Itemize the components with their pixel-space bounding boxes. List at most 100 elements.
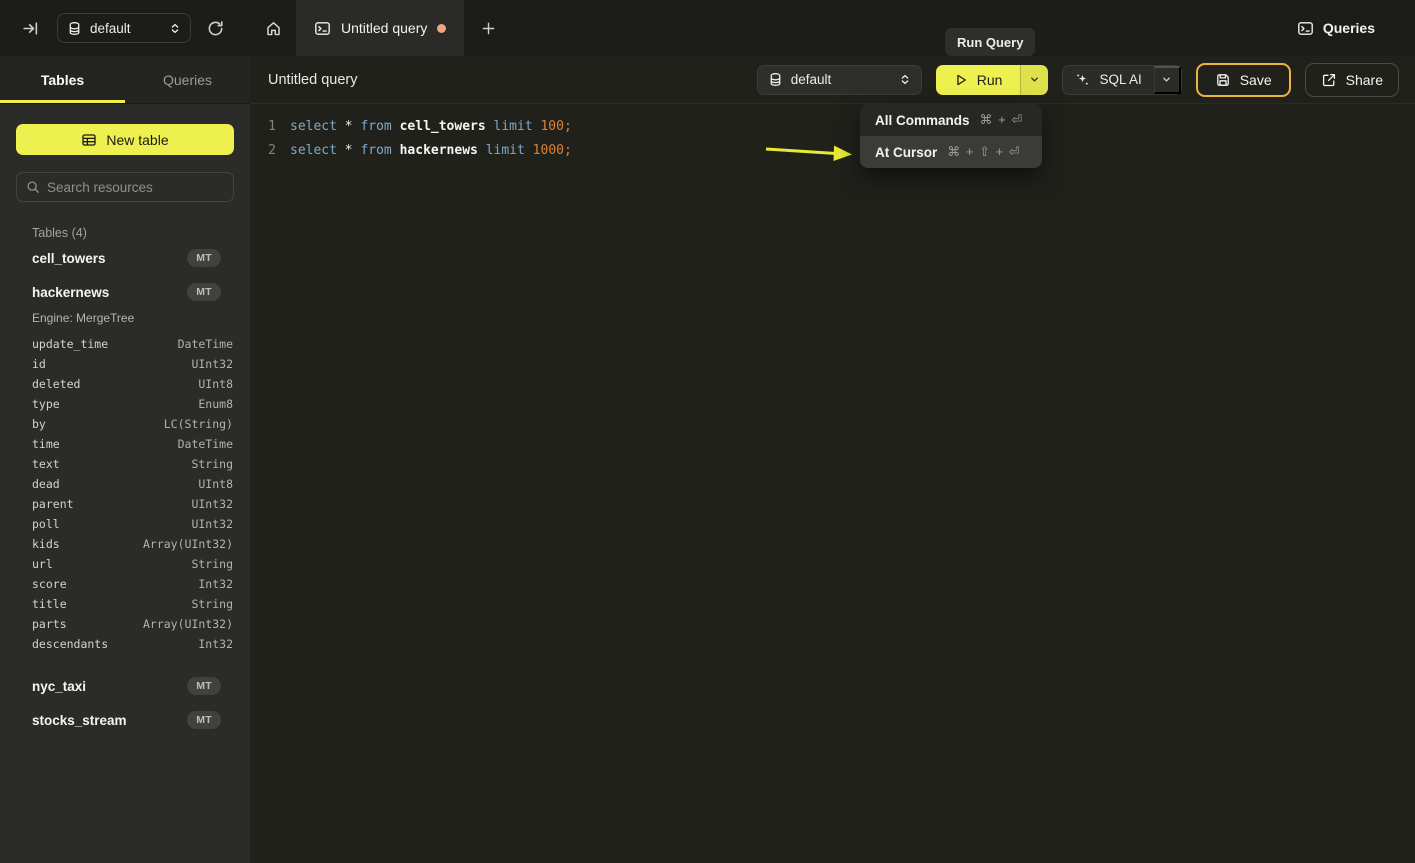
editor-database-value: default [791,72,891,87]
column-row[interactable]: pollUInt32 [0,514,250,534]
save-button[interactable]: Save [1196,63,1291,97]
table-name: stocks_stream [32,713,127,728]
table-row-hackernews[interactable]: hackernews MT [0,276,250,308]
sql-editor[interactable]: 1select * from cell_towers limit 100;2se… [250,104,1415,163]
column-name: kids [32,537,60,551]
sql-ai-button[interactable]: SQL AI [1063,72,1153,87]
database-selector-value: default [90,21,161,36]
run-options-button[interactable] [1020,65,1048,95]
run-button[interactable]: Run [936,65,1021,95]
run-menu-item-shortcut: ⌘ + ⏎ [980,112,1024,128]
sidebar-tab-queries[interactable]: Queries [125,56,250,103]
column-name: score [32,577,67,591]
chevrons-updown-icon [169,22,181,35]
column-row[interactable]: partsArray(UInt32) [0,614,250,634]
column-name: descendants [32,637,108,651]
column-type: DateTime [178,337,233,351]
column-row[interactable]: titleString [0,594,250,614]
new-tab-button[interactable] [464,0,512,56]
column-row[interactable]: kidsArray(UInt32) [0,534,250,554]
table-row-nyc-taxi[interactable]: nyc_taxi MT [0,670,250,702]
column-name: update_time [32,337,108,351]
column-row[interactable]: textString [0,454,250,474]
sidebar-tab-tables[interactable]: Tables [0,56,125,103]
column-type: String [191,557,233,571]
run-menu: All Commands⌘ + ⏎At Cursor⌘ + ⇧ + ⏎ [860,104,1042,168]
engine-badge: MT [187,711,221,729]
code-line[interactable]: 2select * from hackernews limit 1000; [250,139,1415,163]
column-name: poll [32,517,60,531]
line-number: 1 [250,115,276,139]
search-input[interactable] [47,180,224,195]
database-icon [768,72,783,87]
column-name: dead [32,477,60,491]
refresh-button[interactable] [203,16,228,41]
column-row[interactable]: update_time DateTime [0,334,250,354]
sidebar-tab-tables-label: Tables [41,72,84,88]
sql-ai-label: SQL AI [1099,72,1141,87]
column-type: DateTime [178,437,233,451]
queries-button[interactable]: Queries [1297,0,1375,56]
code-token: limit [486,139,525,163]
column-name: title [32,597,67,611]
new-table-label: New table [106,132,168,148]
home-button[interactable] [250,0,296,56]
editor-toolbar: default Run [757,63,1399,97]
engine-badge: MT [187,249,221,267]
play-icon [954,73,968,87]
column-row[interactable]: deadUInt8 [0,474,250,494]
terminal-icon [314,20,331,37]
sidebar-tabs: Tables Queries [0,56,250,104]
run-query-tooltip-label: Run Query [957,35,1023,50]
queries-button-label: Queries [1323,20,1375,36]
app-window: default Untitled query [0,0,1415,863]
column-type: Int32 [198,577,233,591]
editor-pane: Untitled query default [250,56,1415,863]
collapse-sidebar-icon [22,20,39,37]
table-row-cell-towers[interactable]: cell_towers MT [0,242,250,274]
table-row-stocks-stream[interactable]: stocks_stream MT [0,704,250,736]
column-type: UInt32 [191,497,233,511]
code-token [337,115,345,139]
top-bar-left: default [0,0,250,56]
code-token: select [290,115,337,139]
collapse-sidebar-button[interactable] [18,16,43,41]
column-row[interactable]: descendantsInt32 [0,634,250,654]
database-icon [67,21,82,36]
share-icon [1321,72,1337,88]
tab-untitled-query[interactable]: Untitled query [296,0,464,56]
sidebar-database-selector[interactable]: default [57,13,191,43]
column-row[interactable]: byLC(String) [0,414,250,434]
engine-label: Engine: MergeTree [32,311,250,325]
sql-ai-options-button[interactable] [1154,66,1181,94]
code-token: from [360,115,391,139]
editor-header: Untitled query default [250,56,1415,104]
refresh-icon [207,20,224,37]
column-row[interactable]: timeDateTime [0,434,250,454]
column-row[interactable]: parentUInt32 [0,494,250,514]
column-row[interactable]: score Int32 [0,574,250,594]
column-row[interactable]: deletedUInt8 [0,374,250,394]
code-token: * [345,115,353,139]
run-menu-item-label: At Cursor [875,145,937,160]
run-menu-item[interactable]: At Cursor⌘ + ⇧ + ⏎ [860,136,1042,168]
run-split-button: Run [936,65,1049,95]
column-name: deleted [32,377,80,391]
search-icon [26,180,40,194]
new-table-button[interactable]: New table [16,124,234,155]
column-type: Enum8 [198,397,233,411]
run-menu-item[interactable]: All Commands⌘ + ⏎ [860,104,1042,136]
plus-icon [481,21,496,36]
code-token: limit [494,115,533,139]
engine-badge: MT [187,677,221,695]
column-row[interactable]: typeEnum8 [0,394,250,414]
share-button[interactable]: Share [1305,63,1399,97]
code-line[interactable]: 1select * from cell_towers limit 100; [250,115,1415,139]
column-row[interactable]: urlString [0,554,250,574]
column-type: String [191,457,233,471]
column-row[interactable]: idUInt32 [0,354,250,374]
code-token: ; [564,139,572,163]
editor-database-selector[interactable]: default [757,65,922,95]
chevron-down-icon [1161,74,1172,85]
run-button-label: Run [977,72,1003,88]
